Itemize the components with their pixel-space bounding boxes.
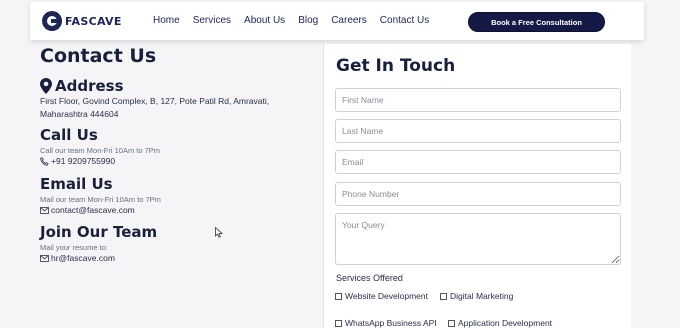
join-heading: Join Our Team [40,223,158,241]
address-heading-text: Address [55,77,124,95]
address-heading: Address [40,77,124,95]
navbar: FASCAVE Home Services About Us Blog Care… [30,2,644,40]
mouse-cursor-icon [215,227,223,238]
service-label: WhatsApp Business API [345,318,437,328]
logo-text: FASCAVE [65,14,122,28]
checkbox[interactable] [335,292,342,300]
call-note: Call our team Mon-Fri 10Am to 7Pm [40,146,161,155]
contact-email: contact@fascave.com [51,205,135,215]
address-line-1: First Floor, Govind Complex, B, 127, Pot… [40,96,270,106]
mail-icon [40,254,49,262]
phone-icon [40,156,49,166]
first-name-input[interactable] [335,88,621,112]
nav-link-contact-us[interactable]: Contact Us [380,15,429,26]
query-textarea[interactable] [335,213,621,265]
email-note: Mail our team Mon-Fri 10Am to 7Pm [40,195,161,204]
nav-links: Home Services About Us Blog Careers Cont… [153,15,429,26]
service-label: Website Development [345,291,428,301]
checkbox[interactable] [448,319,455,327]
nav-link-services[interactable]: Services [193,15,231,26]
join-note: Mail your resume to: [40,243,108,252]
book-consultation-button[interactable]: Book a Free Consultation [468,12,605,32]
form-title: Get In Touch [336,56,456,76]
email-input[interactable] [335,150,621,174]
checkbox[interactable] [440,292,447,300]
service-checkbox-website-development[interactable]: Website Development [335,291,428,301]
nav-link-careers[interactable]: Careers [331,15,367,26]
address-line-2: Maharashtra 444604 [40,109,119,119]
services-offered-label: Services Offered [336,273,403,283]
service-label: Digital Marketing [450,291,514,301]
phone-number-input[interactable] [335,182,621,206]
last-name-input[interactable] [335,119,621,143]
location-pin-icon [40,78,52,94]
nav-link-blog[interactable]: Blog [298,15,318,26]
hr-email: hr@fascave.com [51,253,115,263]
service-checkbox-digital-marketing[interactable]: Digital Marketing [440,291,513,301]
service-checkbox-application-development[interactable]: Application Development [448,318,552,328]
service-checkbox-whatsapp-business-api[interactable]: WhatsApp Business API [335,318,437,328]
mail-icon [40,206,49,214]
phone-line[interactable]: +91 9209755990 [40,156,115,166]
call-heading: Call Us [40,126,98,144]
email-heading: Email Us [40,175,113,193]
nav-link-home[interactable]: Home [153,15,180,26]
page-title: Contact Us [40,45,157,67]
service-label: Application Development [458,318,553,328]
checkbox[interactable] [335,319,342,327]
nav-link-about-us[interactable]: About Us [244,15,285,26]
hr-email-line[interactable]: hr@fascave.com [40,253,115,263]
email-line[interactable]: contact@fascave.com [40,205,135,215]
fascave-logo-icon [42,11,62,31]
phone-number: +91 9209755990 [51,156,116,166]
logo[interactable]: FASCAVE [42,11,122,31]
